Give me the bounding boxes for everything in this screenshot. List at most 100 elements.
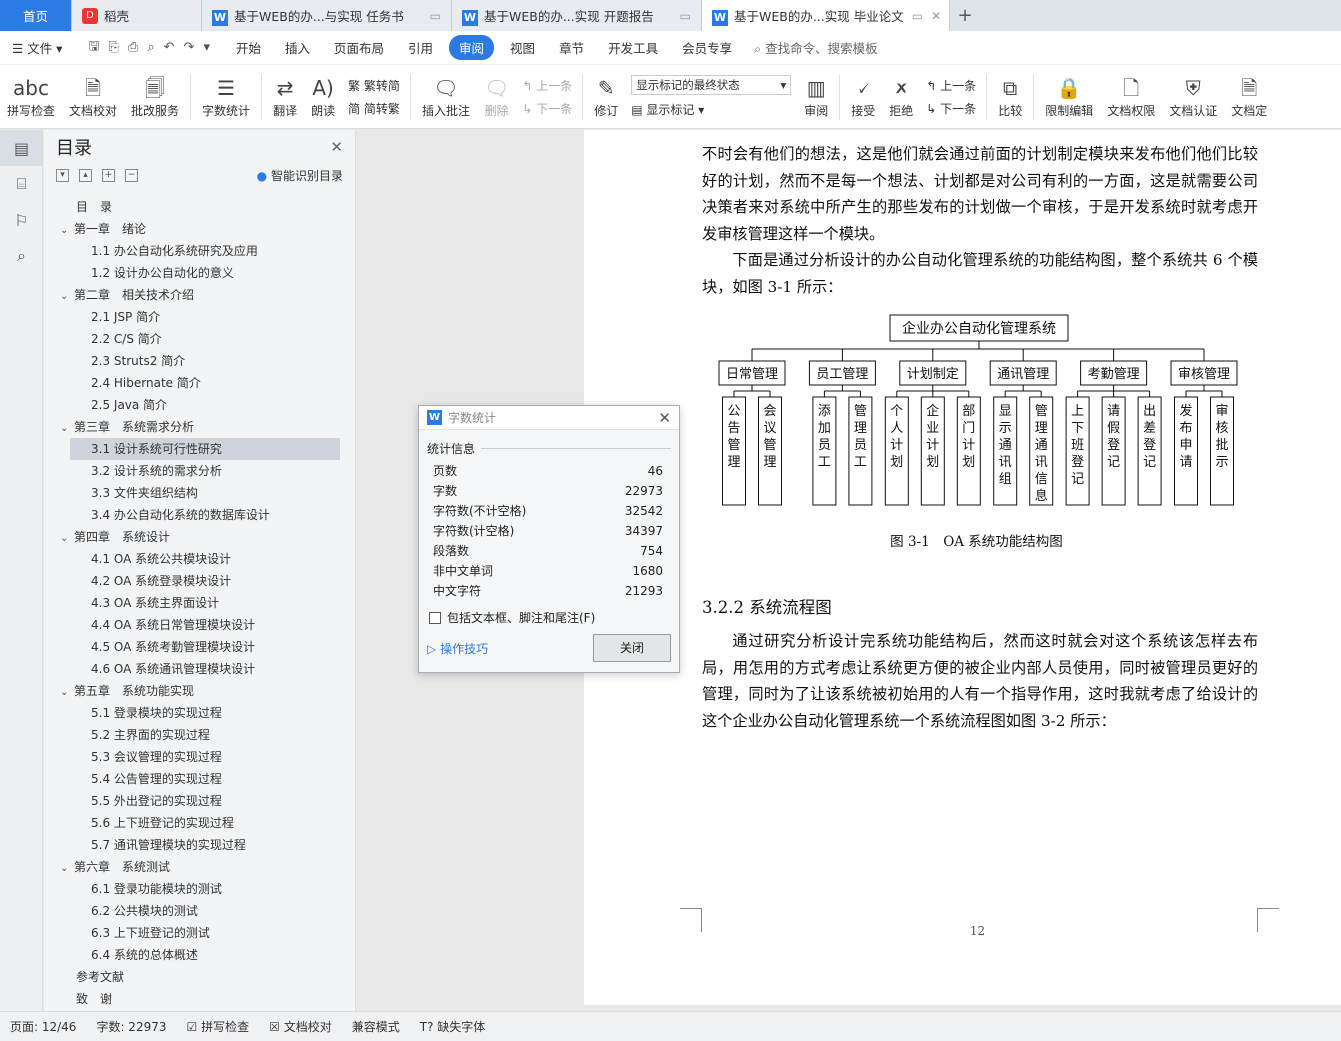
toc-item[interactable]: 2.2 C/S 简介 — [44, 328, 340, 350]
chevron-down-icon[interactable]: ⌄ — [60, 286, 74, 308]
toc-item[interactable]: 4.2 OA 系统登录模块设计 — [44, 570, 340, 592]
file-menu[interactable]: ☰ 文件 ▾ — [0, 38, 74, 57]
toc-item[interactable]: 1.1 办公自动化系统研究及应用 — [44, 240, 340, 262]
prev-comment-button[interactable]: ↰ 上一条 — [522, 77, 572, 94]
page-indicator[interactable]: 页面: 12/46 — [0, 1018, 86, 1035]
print-icon[interactable]: ⎙ — [128, 40, 138, 55]
toc-item[interactable]: ⌄ 第一章 绪论 — [44, 218, 340, 240]
menu-view[interactable]: 视图 — [498, 38, 547, 57]
restrict-edit-button[interactable]: 🔒 限制编辑 — [1038, 67, 1100, 127]
toc-item[interactable]: 4.4 OA 系统日常管理模块设计 — [44, 614, 340, 636]
smart-toc-button[interactable]: ● 智能识别目录 — [257, 167, 343, 184]
search-icon[interactable]: ⌕ — [0, 238, 43, 274]
reject-button[interactable]: 🗶 拒绝 — [882, 67, 920, 127]
tab-daoke[interactable]: D 稻壳 — [72, 0, 202, 31]
prev-change-button[interactable]: ↰ 上一条 — [926, 77, 976, 94]
missing-font[interactable]: T? 缺失字体 — [410, 1018, 496, 1035]
tab-doc-task[interactable]: W 基于WEB的办...与实现 任务书 ▭ — [202, 0, 452, 31]
redo-icon[interactable]: ↷ — [184, 40, 195, 55]
undo-icon[interactable]: ↶ — [164, 40, 175, 55]
menu-review[interactable]: 审阅 — [449, 35, 495, 60]
toc-item[interactable]: 目 录 — [44, 196, 340, 218]
chevron-down-icon[interactable]: ⌄ — [60, 858, 74, 880]
show-markup-button[interactable]: ▤ 显示标记 ▾ — [631, 101, 791, 118]
review-pane-button[interactable]: ▥ 审阅 — [797, 67, 835, 127]
toc-item[interactable]: 3.1 设计系统可行性研究 — [70, 438, 340, 460]
menu-member[interactable]: 会员专享 — [670, 38, 744, 57]
next-change-button[interactable]: ↳ 下一条 — [926, 100, 976, 117]
read-aloud-button[interactable]: A) 朗读 — [304, 67, 342, 127]
toc-item[interactable]: 5.3 会议管理的实现过程 — [44, 746, 340, 768]
preview-icon[interactable]: ⌕ — [147, 40, 154, 55]
checkbox-box[interactable] — [429, 611, 441, 624]
customize-icon[interactable]: ▾ — [203, 40, 210, 55]
toc-item[interactable]: 2.5 Java 简介 — [44, 394, 340, 416]
export-icon[interactable]: ⎘ — [109, 40, 119, 55]
expand-icon[interactable]: + — [102, 168, 115, 182]
toc-item[interactable]: 2.3 Struts2 简介 — [44, 350, 340, 372]
doc-proof-button[interactable]: 🗎 文档校对 — [62, 67, 124, 127]
toc-item[interactable]: ⌄ 第二章 相关技术介绍 — [44, 284, 340, 306]
new-tab-plus-icon[interactable]: + — [950, 0, 980, 31]
simp-to-trad-button[interactable]: 简 简转繁 — [348, 100, 400, 117]
toc-item[interactable]: ⌄ 第五章 系统功能实现 — [44, 680, 340, 702]
menu-chapter[interactable]: 章节 — [547, 38, 596, 57]
monitor-icon[interactable]: ▭ — [680, 9, 691, 23]
menu-layout[interactable]: 页面布局 — [322, 38, 396, 57]
chevron-down-icon[interactable]: ⌄ — [60, 682, 74, 704]
chevron-down-icon[interactable]: ⌄ — [60, 220, 74, 242]
toc-item[interactable]: ⌄ 第六章 系统测试 — [44, 856, 340, 878]
chevron-down-icon[interactable]: ▾ — [56, 168, 69, 182]
word-count-indicator[interactable]: 字数: 22973 — [86, 1018, 176, 1035]
close-button[interactable]: 关闭 — [593, 634, 671, 662]
toc-item[interactable]: 3.4 办公自动化系统的数据库设计 — [44, 504, 340, 526]
tab-doc-thesis[interactable]: W 基于WEB的办...实现 毕业论文 ▭ ✕ — [702, 0, 950, 31]
toc-item[interactable]: 5.7 通讯管理模块的实现过程 — [44, 834, 340, 856]
toc-item[interactable]: 4.5 OA 系统考勤管理模块设计 — [44, 636, 340, 658]
status-spell-check[interactable]: ☑ 拼写检查 — [177, 1018, 260, 1035]
tab-home[interactable]: 首页 — [0, 0, 72, 31]
doc-certify-button[interactable]: ⛨ 文档认证 — [1162, 67, 1224, 127]
chevron-down-icon[interactable]: ⌄ — [60, 528, 74, 550]
toc-item[interactable]: 6.4 系统的总体概述 — [44, 944, 340, 966]
close-icon[interactable]: ✕ — [931, 9, 941, 23]
tips-link[interactable]: ▷ 操作技巧 — [427, 640, 488, 657]
toc-item[interactable]: 参考文献 — [44, 966, 340, 988]
toc-panel-icon[interactable]: ▤ — [0, 130, 43, 166]
toc-item[interactable]: 3.2 设计系统的需求分析 — [44, 460, 340, 482]
markup-state-select[interactable]: 显示标记的最终状态 ▾ — [631, 75, 792, 95]
monitor-icon[interactable]: ▭ — [430, 9, 441, 23]
next-comment-button[interactable]: ↳ 下一条 — [522, 100, 572, 117]
compare-button[interactable]: ⧉ 比较 — [991, 67, 1029, 127]
spell-check-button[interactable]: abc 拼写检查 — [0, 67, 62, 127]
menu-references[interactable]: 引用 — [396, 38, 445, 57]
toc-item[interactable]: 3.3 文件夹组织结构 — [44, 482, 340, 504]
command-search[interactable]: ⌕ 查找命令、搜索模板 — [744, 38, 878, 57]
toc-item[interactable]: ⌄ 第三章 系统需求分析 — [44, 416, 340, 438]
toc-item[interactable]: 1.2 设计办公自动化的意义 — [44, 262, 340, 284]
include-textbox-checkbox[interactable]: 包括文本框、脚注和尾注(F) — [419, 601, 679, 626]
status-proof[interactable]: ☒ 文档校对 — [259, 1018, 342, 1035]
toc-item[interactable]: 4.1 OA 系统公共模块设计 — [44, 548, 340, 570]
toc-item[interactable]: 5.6 上下班登记的实现过程 — [44, 812, 340, 834]
accept-button[interactable]: 🗸 接受 — [844, 67, 882, 127]
revise-service-button[interactable]: 🗐 批改服务 — [124, 67, 186, 127]
menu-insert[interactable]: 插入 — [273, 38, 322, 57]
toc-item[interactable]: 致 谢 — [44, 988, 340, 1010]
trad-to-simp-button[interactable]: 繁 繁转简 — [348, 77, 400, 94]
toc-item[interactable]: 6.3 上下班登记的测试 — [44, 922, 340, 944]
toc-item[interactable]: 6.1 登录功能模块的测试 — [44, 878, 340, 900]
toc-item[interactable]: ⌄ 第四章 系统设计 — [44, 526, 340, 548]
toc-item[interactable]: 2.1 JSP 简介 — [44, 306, 340, 328]
doc-permission-button[interactable]: 🗋 文档权限 — [1100, 67, 1162, 127]
save-icon[interactable]: 🖫 — [88, 37, 99, 59]
monitor-icon[interactable]: ▭ — [912, 9, 923, 23]
bookmark-icon[interactable]: ⚐ — [0, 202, 43, 238]
collapse-icon[interactable]: − — [125, 168, 138, 182]
toc-item[interactable]: 5.4 公告管理的实现过程 — [44, 768, 340, 790]
chapter-nav-icon[interactable]: ⌸ — [0, 166, 43, 202]
chevron-down-icon[interactable]: ⌄ — [60, 418, 74, 440]
toc-item[interactable]: 2.4 Hibernate 简介 — [44, 372, 340, 394]
close-icon[interactable]: ✕ — [658, 409, 671, 427]
toc-item[interactable]: 5.2 主界面的实现过程 — [44, 724, 340, 746]
